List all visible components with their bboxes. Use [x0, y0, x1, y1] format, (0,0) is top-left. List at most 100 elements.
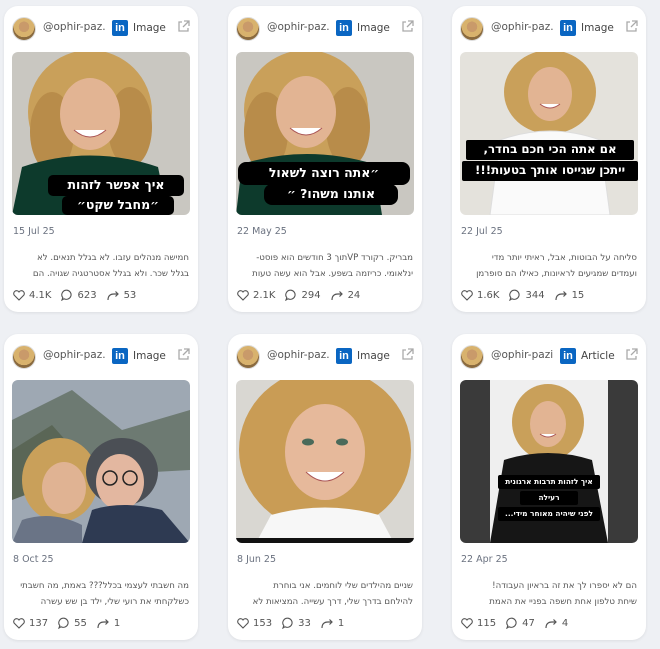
linkedin-icon: in	[112, 348, 128, 364]
post-card[interactable]: @ophir-paz... in Image איך אפשר לזהות ״מ…	[4, 6, 198, 312]
reposts-count: 4	[561, 617, 569, 629]
external-link-icon[interactable]	[401, 348, 414, 361]
linkedin-icon: in	[112, 20, 128, 36]
author-handle[interactable]: @ophir-paz...	[43, 21, 105, 37]
post-image[interactable]: איך אפשר לזהות ״מחבל שקט״	[12, 52, 190, 215]
post-card[interactable]: @ophir-paz... in Image 8 Oct 25 מה חשב	[4, 334, 198, 640]
post-card[interactable]: @ophir-pazi... in Article איך לזהות תרבו…	[452, 334, 646, 640]
comment-icon	[282, 617, 293, 629]
post-type-label: Image	[133, 350, 166, 362]
post-card[interactable]: @ophir-paz... in Image אם אתה הכי חכם בח…	[452, 6, 646, 312]
card-header: @ophir-paz... in Image	[12, 16, 190, 42]
comments-stat: 47	[506, 617, 535, 629]
engagement-stats: 115 47 4	[461, 616, 578, 630]
portrait-photo	[460, 52, 638, 215]
author-handle[interactable]: @ophir-paz...	[43, 349, 105, 365]
repost-icon	[106, 290, 119, 300]
post-text: סליחה על הבוטות, אבל, ראיתי יותר מדי ועמ…	[461, 250, 637, 282]
heart-icon	[461, 289, 473, 301]
engagement-stats: 137 55 1	[13, 616, 130, 630]
avatar	[236, 17, 260, 41]
image-caption-line: ״מחבל שקט״	[62, 196, 174, 215]
post-date: 15 Jul 25	[13, 226, 55, 237]
likes-stat: 4.1K	[13, 290, 51, 301]
card-header: @ophir-pazi... in Article	[460, 344, 638, 370]
post-text-line: חמישה מנהלים עזבו. לא בגלל תנאים. לא	[37, 253, 189, 263]
reposts-count: 1	[113, 617, 121, 629]
heart-icon	[461, 617, 473, 629]
author-handle[interactable]: @ophir-paz...	[267, 349, 329, 365]
post-image[interactable]: אם אתה הכי חכם בחדר, ייתכן שגייסו אותך ב…	[460, 52, 638, 215]
external-link-icon[interactable]	[177, 20, 190, 33]
reposts-stat: 1	[321, 618, 344, 629]
likes-count: 153	[253, 617, 273, 629]
comments-stat: 294	[285, 289, 321, 301]
heart-icon	[13, 617, 25, 629]
likes-stat: 2.1K	[237, 290, 275, 301]
image-caption-line: איך לזהות תרבות ארגונית	[498, 475, 600, 489]
reposts-stat: 4	[545, 618, 568, 629]
card-header: @ophir-paz... in Image	[236, 344, 414, 370]
reposts-count: 53	[123, 289, 137, 301]
external-link-icon[interactable]	[625, 20, 638, 33]
post-image[interactable]: איך לזהות תרבות ארגונית רעילה לפני שיהיה…	[460, 380, 638, 543]
heart-icon	[237, 617, 249, 629]
post-image[interactable]	[12, 380, 190, 543]
post-image[interactable]: ״אתה רוצה לשאול אותנו משהו? ״	[236, 52, 414, 215]
avatar	[12, 17, 36, 41]
avatar	[460, 345, 484, 369]
avatar	[236, 345, 260, 369]
likes-stat: 137	[13, 618, 48, 629]
post-date: 22 Jul 25	[461, 226, 503, 237]
linkedin-icon: in	[336, 20, 352, 36]
comment-icon	[509, 289, 521, 301]
likes-count: 4.1K	[29, 289, 52, 301]
reposts-stat: 1	[97, 618, 120, 629]
card-header: @ophir-paz... in Image	[460, 16, 638, 42]
author-handle[interactable]: @ophir-paz...	[491, 21, 553, 37]
post-text-line: שיחת טלפון אחת חשפה בפניי את האמת	[489, 597, 637, 607]
comments-stat: 55	[58, 617, 87, 629]
post-text-line: להילחם בדרך שלי, דרך עשייה. המציאות לא	[252, 597, 413, 607]
external-link-icon[interactable]	[401, 20, 414, 33]
repost-icon	[321, 618, 333, 628]
comments-count: 344	[525, 289, 545, 301]
external-link-icon[interactable]	[625, 348, 638, 361]
post-text: מבריק. רקורד VPתוך 3 חודשים הוא פוסט- ינ…	[237, 250, 413, 282]
likes-count: 1.6K	[477, 289, 500, 301]
comments-count: 55	[74, 617, 87, 629]
post-card[interactable]: @ophir-paz... in Image 8 Jun 25 שניים מה…	[228, 334, 422, 640]
avatar	[460, 17, 484, 41]
author-handle[interactable]: @ophir-paz...	[267, 21, 329, 37]
post-image[interactable]	[236, 380, 414, 543]
linkedin-icon: in	[336, 348, 352, 364]
external-link-icon[interactable]	[177, 348, 190, 361]
linkedin-icon: in	[560, 20, 576, 36]
card-header: @ophir-paz... in Image	[12, 344, 190, 370]
heart-icon	[237, 289, 249, 301]
linkedin-icon: in	[560, 348, 576, 364]
reposts-stat: 53	[106, 289, 137, 301]
post-text: הם לא יספרו לך את זה בראיון העבודה! שיחת…	[461, 578, 637, 610]
engagement-stats: 2.1K 294 24	[237, 288, 370, 302]
post-date: 22 May 25	[237, 226, 287, 237]
post-date: 22 Apr 25	[461, 554, 508, 565]
post-text-line: מה חשבתי לעצמי בכלל??? באמת, מה חשבתי	[20, 581, 189, 591]
engagement-stats: 4.1K 623 53	[13, 288, 146, 302]
reposts-stat: 15	[554, 290, 584, 301]
reposts-count: 24	[347, 289, 361, 301]
avatar	[12, 345, 36, 369]
image-caption-line: ייתכן שגייסו אותך בטעות!!!	[462, 161, 638, 181]
post-text-line: שניים מהילדים שלי לוחמים. אני בוחרת	[273, 581, 413, 591]
comments-count: 47	[522, 617, 535, 629]
comments-count: 33	[298, 617, 311, 629]
post-type-label: Article	[581, 350, 615, 362]
post-text-line: ועמדים שמגיעים לראיונות, כאילו הם סופרמן	[476, 269, 637, 279]
reposts-count: 1	[337, 617, 345, 629]
post-type-label: Image	[133, 22, 166, 34]
post-text: חמישה מנהלים עזבו. לא בגלל תנאים. לא בגל…	[13, 250, 189, 282]
post-card[interactable]: @ophir-paz... in Image ״אתה רוצה לשאול א…	[228, 6, 422, 312]
post-text-line: כשלקחתי את רועי שלי, ילד בן שש עשרה	[40, 597, 189, 607]
image-caption-line: לפני שיהיה מאוחר מידי...	[498, 507, 600, 521]
author-handle[interactable]: @ophir-pazi...	[491, 349, 553, 365]
